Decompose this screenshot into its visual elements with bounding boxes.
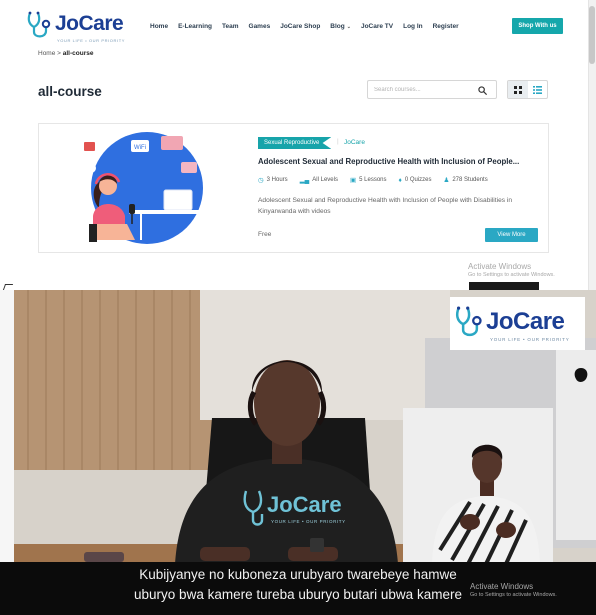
meta-students: ♟ 278 Students: [444, 176, 488, 184]
students-icon: ♟: [443, 177, 450, 184]
nav-item-register[interactable]: Register: [433, 23, 459, 30]
nav-item-jocare-tv[interactable]: JoCare TV: [361, 23, 393, 30]
nav-item-blog[interactable]: Blog: [330, 23, 344, 30]
course-price: Free: [258, 231, 272, 238]
course-card[interactable]: WiFi Sexual Reproductive | JoCare Adoles…: [38, 123, 549, 253]
website-view: JoCare YOUR LIFE • OUR PRIORITY Home E-L…: [0, 0, 596, 290]
level-bars-icon: ▂▄: [299, 177, 310, 184]
watermark-title: Activate Windows: [468, 262, 532, 271]
scrollbar[interactable]: [588, 0, 596, 290]
watermark-title-video: Activate Windows: [470, 582, 534, 591]
nav-item-log-in[interactable]: Log In: [403, 23, 423, 30]
grid-view-button[interactable]: [508, 81, 528, 98]
search-input[interactable]: [374, 84, 474, 96]
watermark-subtitle-video: Go to Settings to activate Windows.: [470, 592, 557, 598]
course-author[interactable]: JoCare: [344, 139, 365, 146]
stethoscope-icon: [27, 11, 51, 38]
breadcrumb-current: all-course: [62, 50, 94, 57]
main-nav: Home E-Learning Team Games JoCare Shop B…: [150, 23, 459, 30]
logo-wordmark: JoCare: [55, 12, 124, 35]
chevron-down-icon: ⌄: [346, 24, 351, 30]
video-logo-wordmark: JoCare: [486, 308, 565, 335]
meta-level: ▂▄ All Levels: [300, 176, 338, 184]
taskbar-fragment: [469, 282, 539, 290]
nav-item-e-learning[interactable]: E-Learning: [178, 23, 212, 30]
shirt-logo-text: JoCare: [267, 492, 342, 517]
level-text: All Levels: [312, 177, 338, 183]
svg-text:WiFi: WiFi: [134, 145, 146, 151]
logo-tagline: YOUR LIFE • OUR PRIORITY: [57, 38, 126, 43]
nav-item-home[interactable]: Home: [150, 23, 168, 30]
category-tag[interactable]: Sexual Reproductive: [258, 137, 332, 149]
subtitle-line-1: Kubijyanye no kuboneza urubyaro twarebey…: [139, 567, 457, 582]
shirt-logo-tagline: YOUR LIFE • OUR PRIORITY: [271, 519, 346, 524]
activate-windows-watermark: Activate Windows Go to Settings to activ…: [468, 262, 555, 278]
lessons-text: 5 Lessons: [359, 177, 387, 183]
nav-item-games[interactable]: Games: [249, 23, 271, 30]
course-title[interactable]: Adolescent Sexual and Reproductive Healt…: [258, 157, 543, 166]
meta-lessons: ▣ 5 Lessons: [350, 176, 387, 184]
breadcrumb-separator: >: [57, 50, 61, 57]
shop-with-us-button[interactable]: Shop With us: [512, 18, 563, 34]
list-view-button[interactable]: [528, 81, 548, 98]
search-box: [367, 80, 497, 99]
activate-windows-watermark-video: Activate Windows Go to Settings to activ…: [470, 582, 557, 598]
breadcrumb: Home > all-course: [38, 50, 93, 57]
course-thumbnail[interactable]: WiFi: [69, 128, 209, 246]
watermark-subtitle: Go to Settings to activate Windows.: [468, 272, 555, 278]
view-more-button[interactable]: View More: [485, 228, 538, 242]
breadcrumb-home[interactable]: Home: [38, 50, 55, 57]
stethoscope-icon: [455, 306, 482, 337]
video-logo-tagline: YOUR LIFE • OUR PRIORITY: [490, 337, 570, 342]
search-icon[interactable]: [478, 86, 487, 95]
nav-item-jocare-shop[interactable]: JoCare Shop: [280, 23, 320, 30]
clock-icon: ◷: [258, 177, 264, 184]
meta-quizzes: ♦ 0 Quizzes: [399, 176, 432, 184]
duration-text: 3 Hours: [266, 177, 288, 183]
scrollbar-thumb[interactable]: [589, 6, 595, 64]
puzzle-icon: ♦: [398, 176, 402, 184]
nav-item-blog-wrap[interactable]: Blog ⌄: [330, 23, 351, 30]
grid-icon: [513, 85, 522, 94]
tag-separator: |: [337, 138, 339, 145]
nav-item-team[interactable]: Team: [222, 23, 239, 30]
course-description: Adolescent Sexual and Reproductive Healt…: [258, 197, 513, 215]
list-icon: [532, 85, 542, 94]
view-toggle: [507, 80, 548, 99]
screenshot: JoCare YOUR LIFE • OUR PRIORITY Home E-L…: [0, 0, 596, 615]
site-logo[interactable]: JoCare YOUR LIFE • OUR PRIORITY: [26, 10, 136, 44]
video-frame[interactable]: JoCare YOUR LIFE • OUR PRIORITY JoCare Y…: [0, 290, 596, 615]
quizzes-text: 0 Quizzes: [404, 177, 432, 183]
video-logo-overlay: JoCare YOUR LIFE • OUR PRIORITY: [450, 297, 585, 350]
students-text: 278 Students: [452, 177, 488, 183]
page-title: all-course: [38, 84, 102, 99]
lessons-icon: ▣: [349, 177, 357, 184]
course-meta: ◷ 3 Hours ▂▄ All Levels ▣ 5 Lessons ♦ 0 …: [258, 176, 488, 185]
meta-duration: ◷ 3 Hours: [258, 176, 288, 184]
